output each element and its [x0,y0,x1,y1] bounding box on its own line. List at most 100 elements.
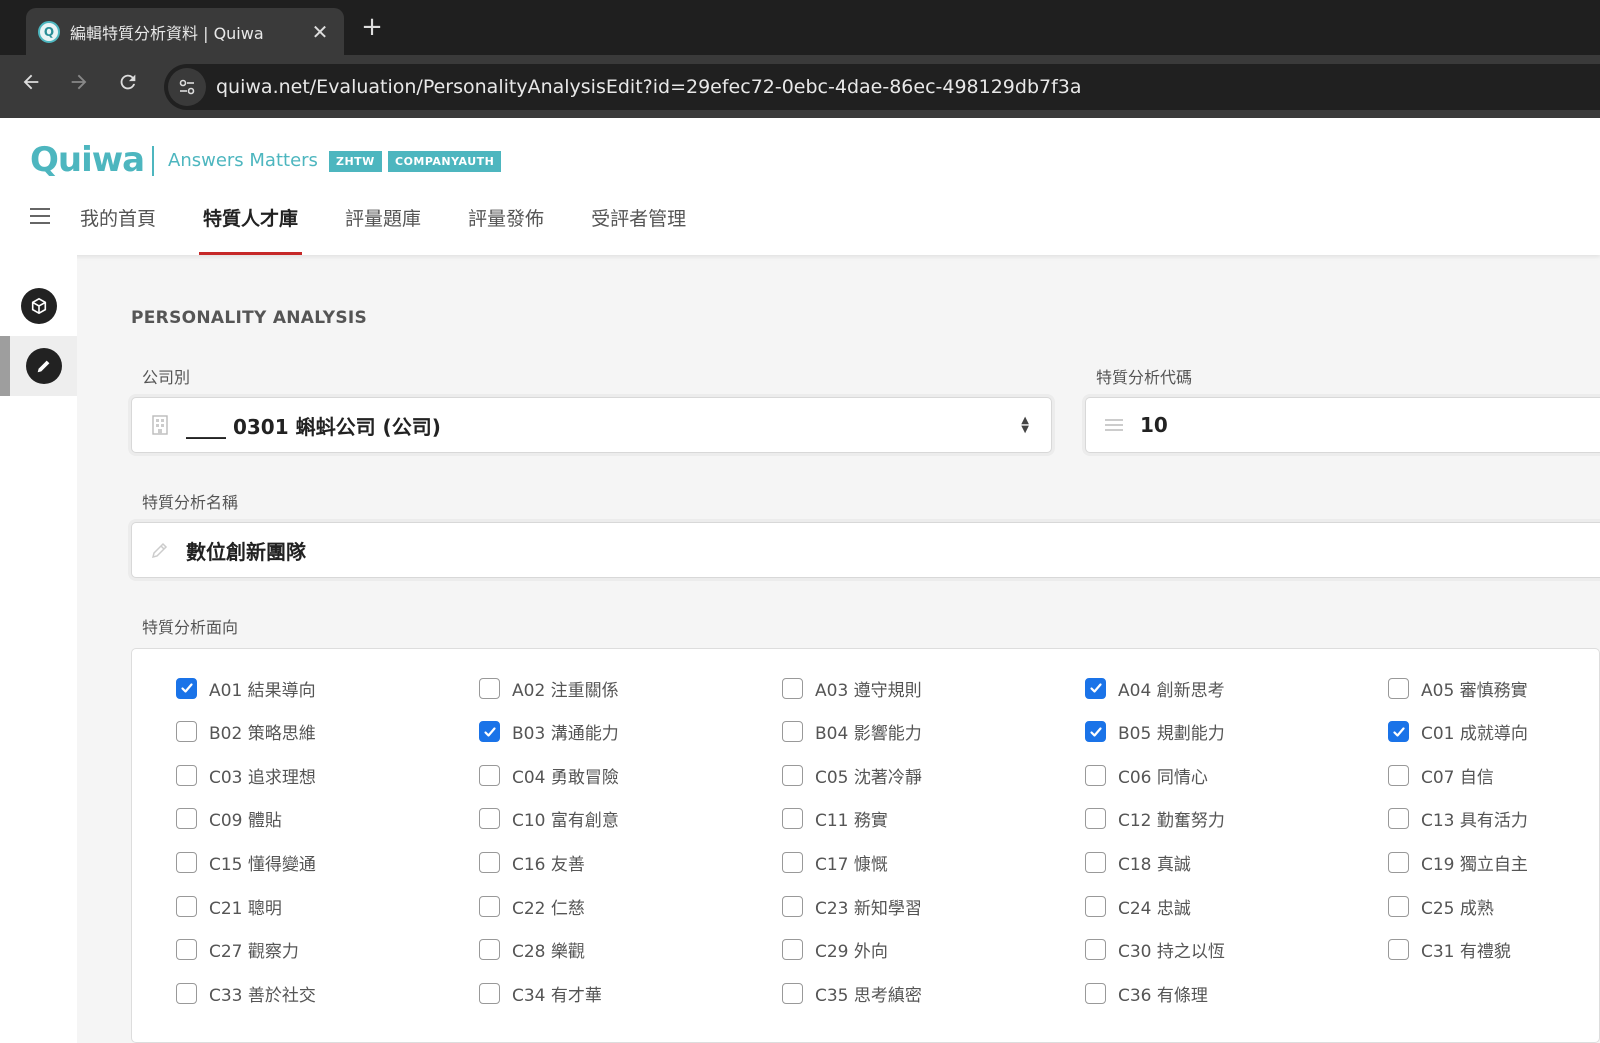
facet-checkbox-item[interactable]: C15 懂得變通 [176,847,316,877]
back-arrow-icon[interactable] [16,71,46,101]
checkbox[interactable] [782,677,803,699]
facet-checkbox-item[interactable]: C04 勇敢冒險 [479,760,619,790]
checkbox-checked[interactable] [1388,721,1409,743]
facet-checkbox-item[interactable]: C23 新知學習 [782,891,922,921]
facet-checkbox-item[interactable]: C21 聰明 [176,891,282,921]
checkbox-checked[interactable] [176,677,197,699]
checkbox[interactable] [1085,808,1106,830]
facet-checkbox-item[interactable]: C24 忠誠 [1085,891,1191,921]
quiwa-logo[interactable]: Quiwa [30,140,145,180]
checkbox[interactable] [1085,851,1106,873]
checkbox[interactable] [1388,677,1409,699]
checkbox[interactable] [782,895,803,917]
facet-checkbox-item[interactable]: C33 善於社交 [176,978,316,1008]
checkbox[interactable] [1388,895,1409,917]
company-select[interactable]: ____ 0301 蝌蚪公司 (公司) ▲ ▼ [131,397,1052,453]
nav-examinee-management[interactable]: 受評者管理 [591,200,686,255]
analysis-name-field[interactable]: 數位創新團隊 [131,522,1600,578]
checkbox[interactable] [782,939,803,961]
checkbox[interactable] [479,851,500,873]
facet-checkbox-item[interactable]: B05 規劃能力 [1085,717,1225,747]
checkbox[interactable] [782,808,803,830]
checkbox[interactable] [176,764,197,786]
facet-checkbox-item[interactable]: A04 創新思考 [1085,673,1225,703]
facet-checkbox-item[interactable]: C17 慷慨 [782,847,888,877]
checkbox[interactable] [479,982,500,1004]
checkbox-checked[interactable] [1085,677,1106,699]
checkbox[interactable] [479,939,500,961]
facet-checkbox-item[interactable]: A03 遵守規則 [782,673,922,703]
facet-checkbox-item[interactable]: C36 有條理 [1085,978,1208,1008]
nav-question-bank[interactable]: 評量題庫 [345,200,421,255]
checkbox[interactable] [782,764,803,786]
checkbox[interactable] [1085,939,1106,961]
checkbox-checked[interactable] [1085,721,1106,743]
tune-icon[interactable] [168,68,206,106]
checkbox[interactable] [782,721,803,743]
facet-checkbox-item[interactable]: C09 體貼 [176,804,282,834]
checkbox[interactable] [782,851,803,873]
facet-checkbox-item[interactable]: C18 真誠 [1085,847,1191,877]
facet-checkbox-item[interactable]: A01 結果導向 [176,673,316,703]
checkbox[interactable] [176,851,197,873]
code-field[interactable]: 10 [1085,397,1600,453]
facet-checkbox-item[interactable]: C05 沈著冷靜 [782,760,922,790]
checkbox[interactable] [176,808,197,830]
facet-checkbox-item[interactable]: C30 持之以恆 [1085,935,1225,965]
nav-home[interactable]: 我的首頁 [80,200,156,255]
checkbox[interactable] [176,939,197,961]
checkmark-icon [1392,726,1405,737]
checkbox[interactable] [176,721,197,743]
facet-checkbox-item[interactable]: C31 有禮貌 [1388,935,1511,965]
facet-checkbox-item[interactable]: C22 仁慈 [479,891,585,921]
facet-checkbox-item[interactable]: C13 具有活力 [1388,804,1528,834]
hamburger-menu-icon[interactable] [30,208,50,224]
facet-checkbox-item[interactable]: C03 追求理想 [176,760,316,790]
close-tab-icon[interactable]: ✕ [308,20,332,44]
checkbox[interactable] [1388,851,1409,873]
checkbox[interactable] [176,895,197,917]
facet-checkbox-item[interactable]: C29 外向 [782,935,888,965]
checkbox[interactable] [1388,764,1409,786]
checkbox[interactable] [1085,982,1106,1004]
facet-checkbox-item[interactable]: C12 勤奮努力 [1085,804,1225,834]
facet-checkbox-item[interactable]: C11 務實 [782,804,888,834]
checkbox[interactable] [479,677,500,699]
facet-checkbox-item[interactable]: C07 自信 [1388,760,1494,790]
facet-checkbox-item[interactable]: C35 思考縝密 [782,978,922,1008]
reload-icon[interactable] [113,71,143,101]
checkbox[interactable] [479,808,500,830]
facet-checkbox-item[interactable]: C10 富有創意 [479,804,619,834]
facet-checkbox-item[interactable]: B03 溝通能力 [479,717,619,747]
checkbox-checked[interactable] [479,721,500,743]
checkbox[interactable] [1085,764,1106,786]
checkbox[interactable] [1388,939,1409,961]
checkbox[interactable] [479,764,500,786]
facet-checkbox-item[interactable]: C28 樂觀 [479,935,585,965]
checkbox[interactable] [1085,895,1106,917]
facet-checkbox-item[interactable]: A02 注重關係 [479,673,619,703]
nav-publish[interactable]: 評量發佈 [468,200,544,255]
facet-checkbox-item[interactable]: C06 同情心 [1085,760,1208,790]
new-tab-button[interactable]: + [358,12,386,42]
address-bar[interactable]: quiwa.net/Evaluation/PersonalityAnalysis… [164,64,1600,110]
browser-tab[interactable]: Q 編輯特質分析資料 | Quiwa ✕ [26,8,344,55]
facet-label-text: C05 沈著冷靜 [815,767,922,788]
facet-checkbox-item[interactable]: C27 觀察力 [176,935,299,965]
facet-checkbox-item[interactable]: C25 成熟 [1388,891,1494,921]
facet-checkbox-item[interactable]: B04 影響能力 [782,717,922,747]
facet-checkbox-item[interactable]: C01 成就導向 [1388,717,1528,747]
checkbox[interactable] [782,982,803,1004]
checkbox[interactable] [176,982,197,1004]
facet-checkbox-item[interactable]: A05 審慎務實 [1388,673,1528,703]
facet-checkbox-item[interactable]: C19 獨立自主 [1388,847,1528,877]
nav-talent-pool[interactable]: 特質人才庫 [199,200,303,255]
rail-item-overview[interactable] [0,276,77,336]
forward-arrow-icon[interactable] [64,71,94,101]
rail-item-edit[interactable] [0,336,77,396]
checkbox[interactable] [1388,808,1409,830]
checkbox[interactable] [479,895,500,917]
facet-checkbox-item[interactable]: C16 友善 [479,847,585,877]
facet-checkbox-item[interactable]: B02 策略思維 [176,717,316,747]
facet-checkbox-item[interactable]: C34 有才華 [479,978,602,1008]
